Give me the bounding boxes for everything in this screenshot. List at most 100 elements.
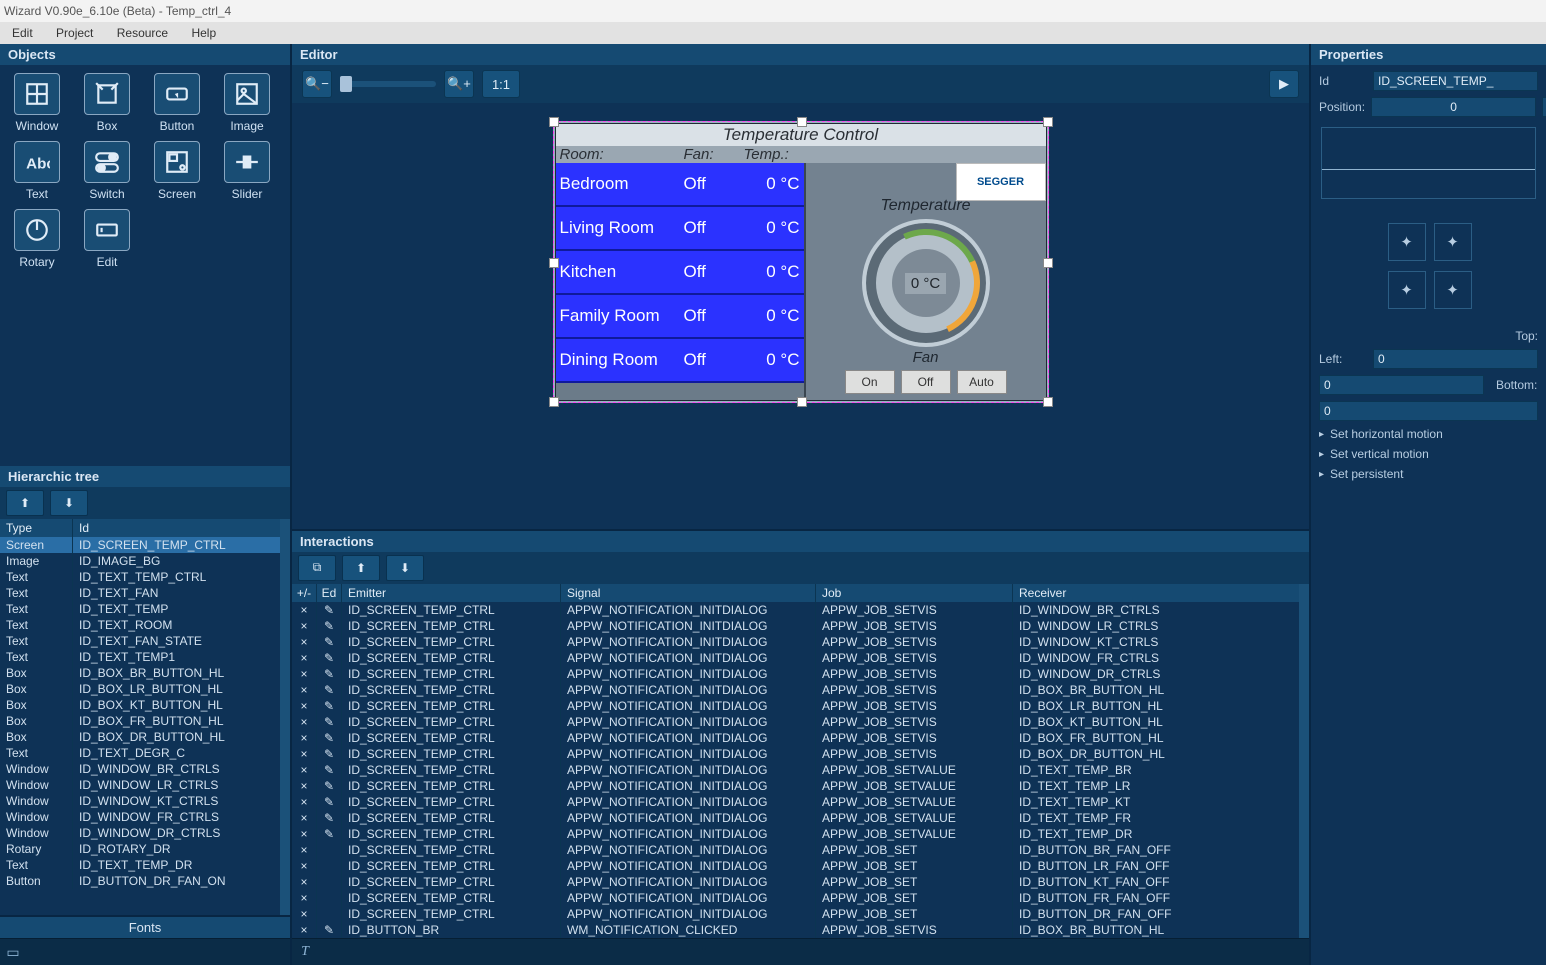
interaction-row[interactable]: ×✎ID_SCREEN_TEMP_CTRLAPPW_NOTIFICATION_I… [292, 634, 1309, 650]
tree-row[interactable]: TextID_TEXT_FAN [0, 585, 290, 601]
palette-image[interactable]: Image [216, 73, 278, 133]
interaction-row[interactable]: ×✎ID_SCREEN_TEMP_CTRLAPPW_NOTIFICATION_I… [292, 826, 1309, 842]
room-row[interactable]: Family RoomOff0 °C [556, 295, 804, 339]
palette-switch[interactable]: Switch [76, 141, 138, 201]
tree-row[interactable]: WindowID_WINDOW_LR_CTRLS [0, 777, 290, 793]
menu-edit[interactable]: Edit [2, 22, 43, 44]
interaction-row[interactable]: ×✎ID_SCREEN_TEMP_CTRLAPPW_NOTIFICATION_I… [292, 778, 1309, 794]
tree-row[interactable]: BoxID_BOX_FR_BUTTON_HL [0, 713, 290, 729]
interaction-row[interactable]: ×ID_SCREEN_TEMP_CTRLAPPW_NOTIFICATION_IN… [292, 858, 1309, 874]
tree-row[interactable]: RotaryID_ROTARY_DR [0, 841, 290, 857]
tree-row[interactable]: TextID_TEXT_FAN_STATE [0, 633, 290, 649]
tree-row[interactable]: TextID_TEXT_TEMP1 [0, 649, 290, 665]
tree-col-type: Type [0, 519, 73, 537]
interaction-row[interactable]: ×✎ID_SCREEN_TEMP_CTRLAPPW_NOTIFICATION_I… [292, 714, 1309, 730]
disclosure-vertical[interactable]: Set vertical motion [1319, 447, 1538, 461]
interaction-row[interactable]: ×✎ID_BUTTON_BRWM_NOTIFICATION_CLICKEDAPP… [292, 922, 1309, 938]
tree-row[interactable]: ScreenID_SCREEN_TEMP_CTRL [0, 537, 290, 553]
menu-resource[interactable]: Resource [107, 22, 178, 44]
room-row[interactable]: KitchenOff0 °C [556, 251, 804, 295]
prop-left-input[interactable] [1319, 375, 1484, 395]
room-row[interactable]: BedroomOff0 °C [556, 163, 804, 207]
menu-help[interactable]: Help [181, 22, 226, 44]
interaction-row[interactable]: ×ID_SCREEN_TEMP_CTRLAPPW_NOTIFICATION_IN… [292, 890, 1309, 906]
tree-row[interactable]: BoxID_BOX_LR_BUTTON_HL [0, 681, 290, 697]
align-btn-2[interactable]: ✦ [1434, 223, 1472, 261]
align-btn-3[interactable]: ✦ [1388, 271, 1426, 309]
palette-edit[interactable]: Edit [76, 209, 138, 269]
screen-selection[interactable]: Temperature Control Room: Fan: Temp.: Be… [553, 121, 1049, 403]
tree-row[interactable]: TextID_TEXT_ROOM [0, 617, 290, 633]
prop-bottom-input[interactable] [1319, 401, 1538, 421]
zoom-slider[interactable] [340, 81, 436, 87]
interaction-row[interactable]: ×ID_SCREEN_TEMP_CTRLAPPW_NOTIFICATION_IN… [292, 842, 1309, 858]
tree-row[interactable]: TextID_TEXT_TEMP_CTRL [0, 569, 290, 585]
tree-row[interactable]: WindowID_WINDOW_FR_CTRLS [0, 809, 290, 825]
prop-pos-y[interactable] [1542, 97, 1546, 117]
tree-table[interactable]: Type Id ScreenID_SCREEN_TEMP_CTRLImageID… [0, 519, 290, 915]
tree-down-button[interactable]: ⬇ [50, 490, 88, 516]
menu-project[interactable]: Project [46, 22, 103, 44]
play-button[interactable]: ▶ [1269, 70, 1299, 98]
disclosure-persistent[interactable]: Set persistent [1319, 467, 1538, 481]
fan-off-button[interactable]: Off [901, 370, 951, 394]
interaction-row[interactable]: ×✎ID_SCREEN_TEMP_CTRLAPPW_NOTIFICATION_I… [292, 650, 1309, 666]
interaction-row[interactable]: ×ID_SCREEN_TEMP_CTRLAPPW_NOTIFICATION_IN… [292, 906, 1309, 922]
fan-auto-button[interactable]: Auto [957, 370, 1007, 394]
tree-row[interactable]: BoxID_BOX_BR_BUTTON_HL [0, 665, 290, 681]
interaction-row[interactable]: ×✎ID_SCREEN_TEMP_CTRLAPPW_NOTIFICATION_I… [292, 762, 1309, 778]
interactions-up-button[interactable]: ⬆ [342, 555, 380, 581]
tree-row[interactable]: BoxID_BOX_KT_BUTTON_HL [0, 697, 290, 713]
prop-top-input[interactable] [1373, 349, 1538, 369]
interaction-row[interactable]: ×✎ID_SCREEN_TEMP_CTRLAPPW_NOTIFICATION_I… [292, 730, 1309, 746]
prop-pos-x[interactable] [1371, 97, 1536, 117]
interaction-row[interactable]: ×✎ID_SCREEN_TEMP_CTRLAPPW_NOTIFICATION_I… [292, 666, 1309, 682]
interactions-scrollbar[interactable] [1299, 584, 1309, 939]
slider-icon [224, 141, 270, 183]
interaction-row[interactable]: ×✎ID_BUTTON_BRWM_NOTIFICATION_CLICKEDAPP… [292, 938, 1309, 939]
tree-row[interactable]: TextID_TEXT_TEMP_DR [0, 857, 290, 873]
prop-id-input[interactable] [1373, 71, 1538, 91]
palette-box[interactable]: Box [76, 73, 138, 133]
palette-button[interactable]: Button [146, 73, 208, 133]
interactions-table[interactable]: +/- Ed Emitter Signal Job Receiver ×✎ID_… [292, 584, 1309, 939]
tree-up-button[interactable]: ⬆ [6, 490, 44, 516]
palette-window[interactable]: Window [6, 73, 68, 133]
room-row[interactable]: Living RoomOff0 °C [556, 207, 804, 251]
tree-row[interactable]: ButtonID_BUTTON_DR_FAN_ON [0, 873, 290, 889]
temperature-gauge[interactable]: 0 °C [862, 219, 990, 347]
palette-text[interactable]: AbcText [6, 141, 68, 201]
interaction-row[interactable]: ×✎ID_SCREEN_TEMP_CTRLAPPW_NOTIFICATION_I… [292, 618, 1309, 634]
interactions-down-button[interactable]: ⬇ [386, 555, 424, 581]
zoom-reset-button[interactable]: 1:1 [482, 70, 520, 98]
interaction-row[interactable]: ×✎ID_SCREEN_TEMP_CTRLAPPW_NOTIFICATION_I… [292, 698, 1309, 714]
tree-row[interactable]: WindowID_WINDOW_KT_CTRLS [0, 793, 290, 809]
interaction-row[interactable]: ×✎ID_SCREEN_TEMP_CTRLAPPW_NOTIFICATION_I… [292, 746, 1309, 762]
status-icon-1[interactable]: ▭ [0, 939, 26, 965]
interaction-row[interactable]: ×✎ID_SCREEN_TEMP_CTRLAPPW_NOTIFICATION_I… [292, 602, 1309, 618]
tree-row[interactable]: TextID_TEXT_TEMP [0, 601, 290, 617]
palette-rotary[interactable]: Rotary [6, 209, 68, 269]
disclosure-horizontal[interactable]: Set horizontal motion [1319, 427, 1538, 441]
align-btn-1[interactable]: ✦ [1388, 223, 1426, 261]
status-text-icon[interactable]: T [292, 939, 318, 965]
interaction-row[interactable]: ×ID_SCREEN_TEMP_CTRLAPPW_NOTIFICATION_IN… [292, 874, 1309, 890]
palette-slider[interactable]: Slider [216, 141, 278, 201]
zoom-in-button[interactable]: 🔍+ [444, 70, 474, 98]
palette-screen[interactable]: Screen [146, 141, 208, 201]
tree-row[interactable]: WindowID_WINDOW_DR_CTRLS [0, 825, 290, 841]
interaction-row[interactable]: ×✎ID_SCREEN_TEMP_CTRLAPPW_NOTIFICATION_I… [292, 682, 1309, 698]
interactions-copy-button[interactable]: ⧉ [298, 555, 336, 581]
tree-scrollbar[interactable] [280, 519, 290, 915]
tree-row[interactable]: WindowID_WINDOW_BR_CTRLS [0, 761, 290, 777]
tree-row[interactable]: TextID_TEXT_DEGR_C [0, 745, 290, 761]
tree-row[interactable]: ImageID_IMAGE_BG [0, 553, 290, 569]
room-row[interactable]: Dining RoomOff0 °C [556, 339, 804, 383]
interaction-row[interactable]: ×✎ID_SCREEN_TEMP_CTRLAPPW_NOTIFICATION_I… [292, 810, 1309, 826]
editor-canvas[interactable]: Temperature Control Room: Fan: Temp.: Be… [292, 103, 1309, 529]
fan-on-button[interactable]: On [845, 370, 895, 394]
interaction-row[interactable]: ×✎ID_SCREEN_TEMP_CTRLAPPW_NOTIFICATION_I… [292, 794, 1309, 810]
zoom-out-button[interactable]: 🔍− [302, 70, 332, 98]
tree-row[interactable]: BoxID_BOX_DR_BUTTON_HL [0, 729, 290, 745]
align-btn-4[interactable]: ✦ [1434, 271, 1472, 309]
